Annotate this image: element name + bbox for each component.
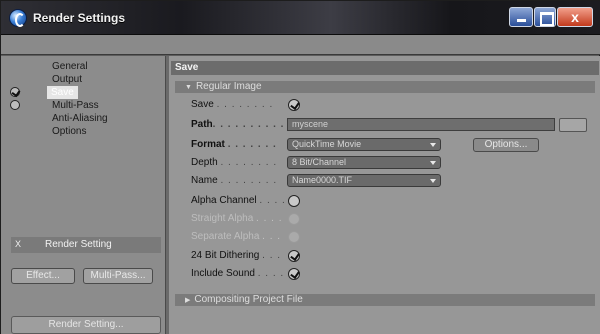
separate-alpha-row: Separate Alpha . . . <box>183 230 583 244</box>
format-dropdown-value: QuickTime Movie <box>292 139 362 149</box>
regular-image-group-header[interactable]: ▼ Regular Image <box>175 81 595 93</box>
sidebar-item-label: General <box>52 61 88 72</box>
triangle-down-icon: ▼ <box>185 84 192 91</box>
depth-row: Depth . . . . . . . . 8 Bit/Channel <box>183 156 583 170</box>
separate-alpha-label: Separate Alpha . . . <box>191 231 282 242</box>
multipass-enable-checkbox[interactable] <box>10 100 20 110</box>
sidebar-item-label: Output <box>52 74 83 85</box>
render-setting-row[interactable]: X Render Setting <box>11 237 161 253</box>
close-icon: x <box>571 9 579 25</box>
settings-sidebar: General Output Save Multi-Pass Anti-Alia… <box>1 56 165 334</box>
render-settings-window: Render Settings x General Output Save Mu… <box>0 0 600 334</box>
multipass-button[interactable]: Multi-Pass... <box>83 268 153 284</box>
straight-alpha-label: Straight Alpha . . . . <box>191 213 283 224</box>
chevron-down-icon <box>430 179 436 183</box>
save-settings-panel: Save ▼ Regular Image Save . . . . . . . .… <box>169 56 600 334</box>
include-sound-checkbox[interactable] <box>288 268 300 280</box>
sidebar-item-multipass[interactable]: Multi-Pass <box>9 99 161 112</box>
close-button[interactable]: x <box>557 7 593 27</box>
name-row: Name . . . . . . . . Name0000.TIF <box>183 174 583 188</box>
triangle-right-icon: ▶ <box>185 297 191 304</box>
save-label: Save . . . . . . . . <box>191 99 274 110</box>
chevron-down-icon <box>430 143 436 147</box>
name-label: Name . . . . . . . . <box>191 175 278 186</box>
separate-alpha-checkbox[interactable] <box>288 231 300 243</box>
path-row: Path. . . . . . . . . . myscene <box>183 118 587 132</box>
include-sound-row: Include Sound . . . . <box>183 267 583 281</box>
sidebar-item-output[interactable]: Output <box>9 73 161 86</box>
group-header-label: Regular Image <box>195 81 262 92</box>
sidebar-item-label: Options <box>52 126 87 137</box>
chevron-down-icon <box>430 161 436 165</box>
alpha-channel-checkbox[interactable] <box>288 195 300 207</box>
cinema4d-app-icon <box>9 9 27 27</box>
format-label: Format . . . . . . . <box>191 139 277 150</box>
straight-alpha-row: Straight Alpha . . . . <box>183 212 583 226</box>
sidebar-item-save[interactable]: Save <box>9 86 161 99</box>
sidebar-item-label: Anti-Aliasing <box>52 113 108 124</box>
alpha-channel-label: Alpha Channel . . . . <box>191 195 286 206</box>
sidebar-item-general[interactable]: General <box>9 60 161 73</box>
path-label: Path. . . . . . . . . . <box>191 119 285 130</box>
sidebar-item-antialiasing[interactable]: Anti-Aliasing <box>9 112 161 125</box>
alpha-channel-row: Alpha Channel . . . . <box>183 194 583 208</box>
save-enable-checkbox[interactable] <box>10 87 20 97</box>
depth-label: Depth . . . . . . . . <box>191 157 278 168</box>
path-input[interactable]: myscene <box>287 118 555 131</box>
render-setting-x-label: X <box>15 239 22 249</box>
section-title: Save <box>171 61 599 75</box>
title-bar[interactable]: Render Settings x <box>1 1 600 35</box>
save-row: Save . . . . . . . . <box>183 98 583 112</box>
sidebar-item-label: Multi-Pass <box>52 100 99 111</box>
compositing-group-header[interactable]: ▶ Compositing Project File <box>175 294 595 306</box>
maximize-button[interactable] <box>534 7 556 27</box>
sidebar-item-options[interactable]: Options <box>9 125 161 138</box>
settings-nav-list: General Output Save Multi-Pass Anti-Alia… <box>9 60 161 210</box>
depth-dropdown-value: 8 Bit/Channel <box>292 157 347 167</box>
save-checkbox[interactable] <box>288 99 300 111</box>
sidebar-item-label: Save <box>47 86 78 99</box>
menu-strip <box>1 35 600 55</box>
format-options-button[interactable]: Options... <box>473 138 539 152</box>
render-setting-button[interactable]: Render Setting... <box>11 316 161 334</box>
group-header-label: Compositing Project File <box>194 294 303 305</box>
name-dropdown[interactable]: Name0000.TIF <box>287 174 441 187</box>
minimize-button[interactable] <box>509 7 533 27</box>
effect-button[interactable]: Effect... <box>11 268 75 284</box>
name-dropdown-value: Name0000.TIF <box>292 175 353 185</box>
depth-dropdown[interactable]: 8 Bit/Channel <box>287 156 441 169</box>
format-row: Format . . . . . . . QuickTime Movie Opt… <box>183 138 583 152</box>
dithering-label: 24 Bit Dithering . . . <box>191 250 282 261</box>
straight-alpha-checkbox[interactable] <box>288 213 300 225</box>
dithering-checkbox[interactable] <box>288 250 300 262</box>
window-title: Render Settings <box>33 11 126 25</box>
render-setting-label: Render Setting <box>45 239 112 250</box>
path-browse-button[interactable] <box>559 118 587 132</box>
format-dropdown[interactable]: QuickTime Movie <box>287 138 441 151</box>
include-sound-label: Include Sound . . . . <box>191 268 285 279</box>
dithering-row: 24 Bit Dithering . . . <box>183 249 583 263</box>
